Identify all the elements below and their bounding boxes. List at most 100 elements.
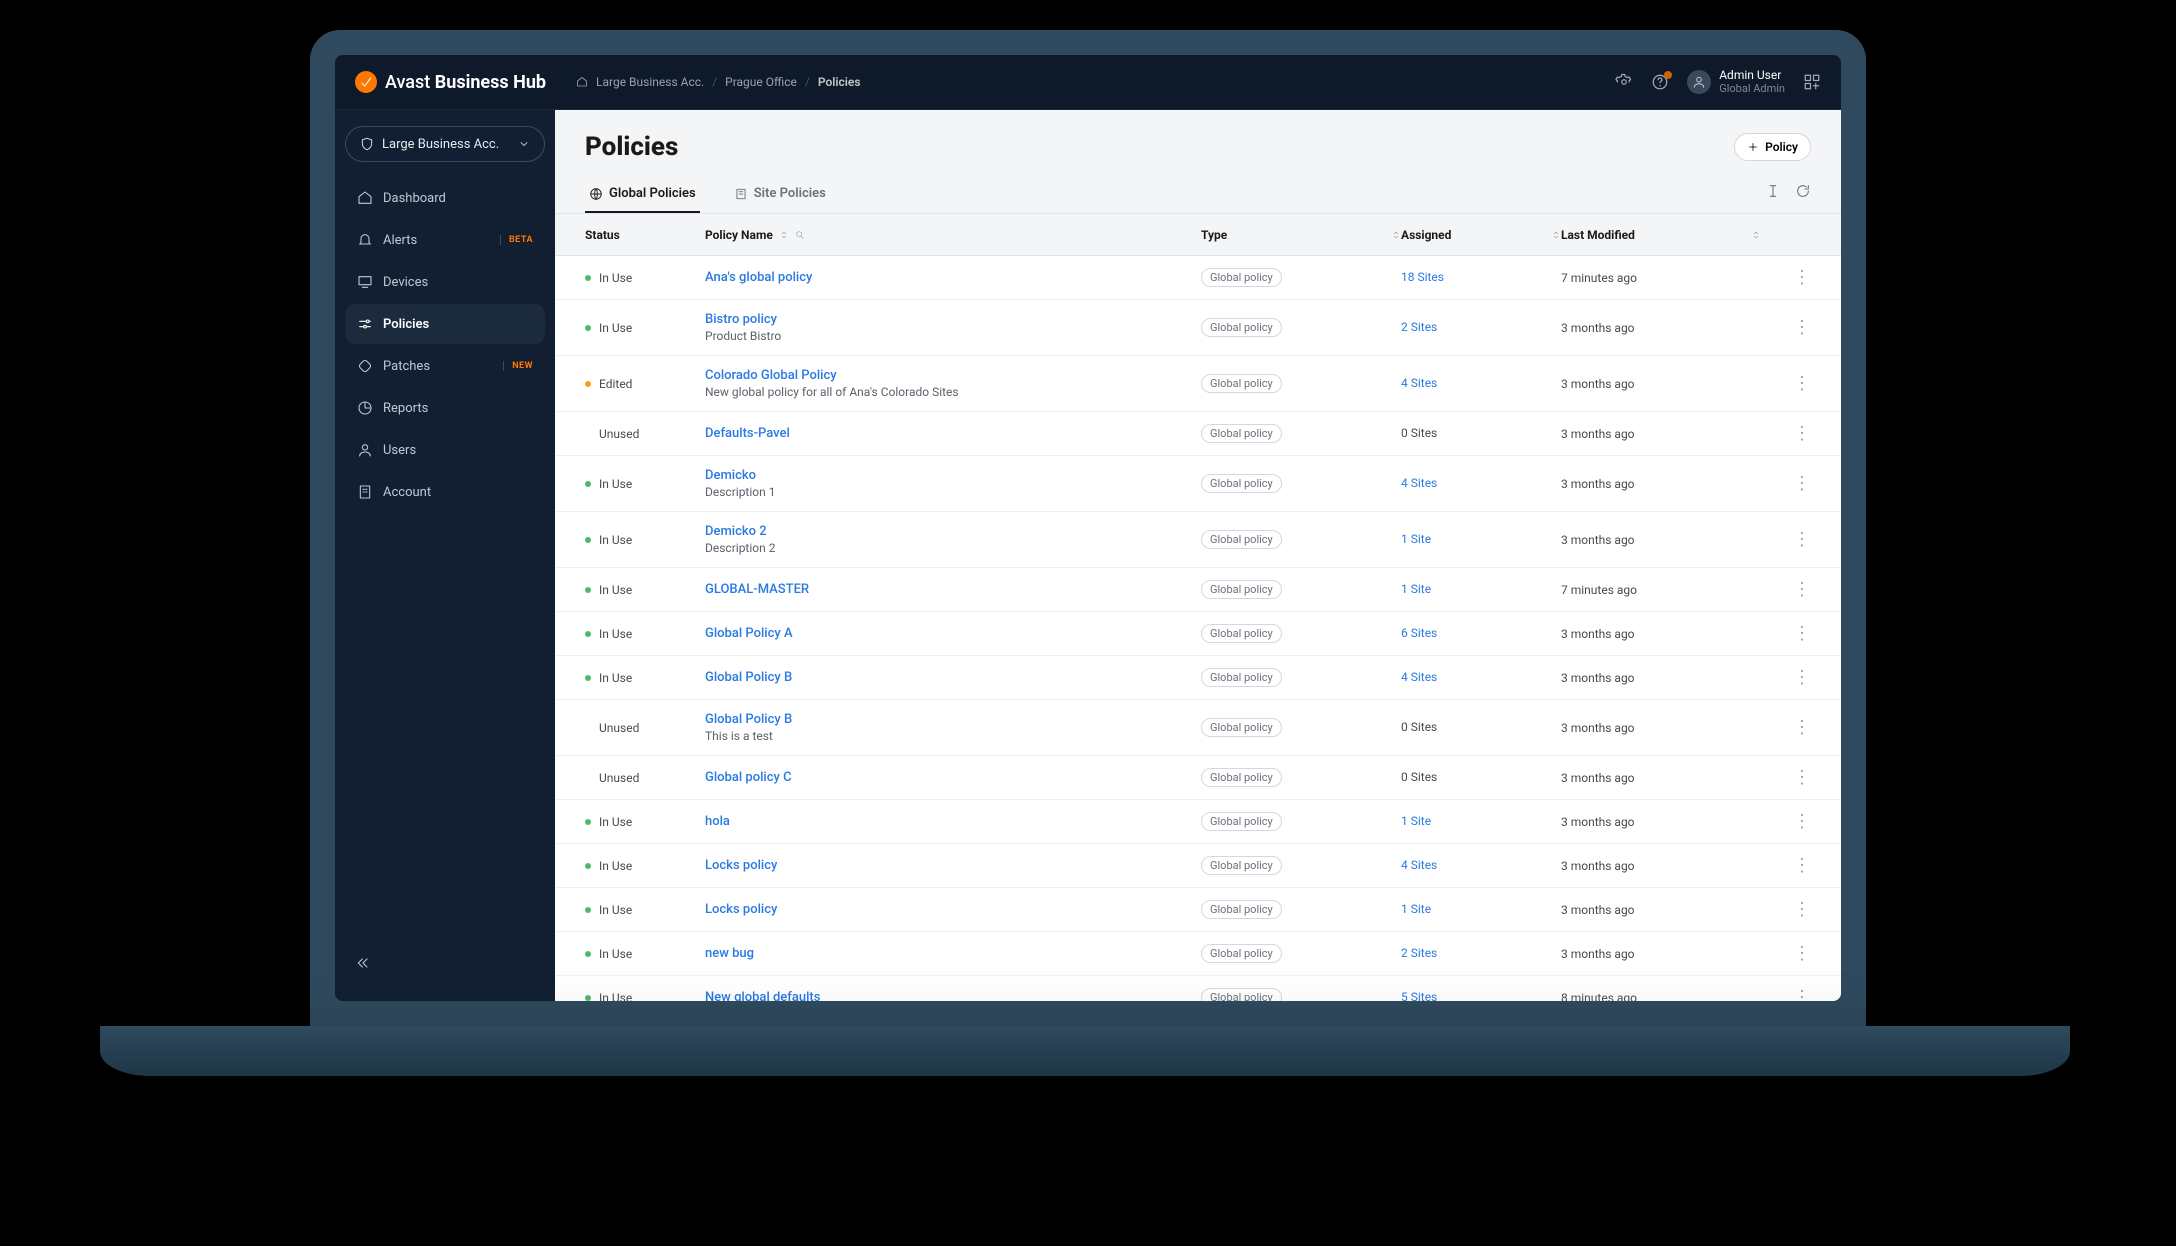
policy-name-link[interactable]: hola <box>705 814 1201 829</box>
status-dot-icon <box>585 537 591 543</box>
bell-icon <box>357 232 373 248</box>
assigned-link[interactable]: 2 Sites <box>1401 946 1437 960</box>
sort-icon[interactable] <box>1551 230 1561 240</box>
tab-site-policies[interactable]: Site Policies <box>730 176 830 213</box>
type-badge: Global policy <box>1201 668 1282 687</box>
sidebar: Large Business Acc. Dashboard Alerts BET… <box>335 110 555 1001</box>
tab-global-policies[interactable]: Global Policies <box>585 176 700 213</box>
assigned-link[interactable]: 5 Sites <box>1401 990 1437 1001</box>
policy-name-link[interactable]: Demicko 2 <box>705 524 1201 539</box>
search-icon[interactable] <box>795 230 805 240</box>
last-modified: 3 months ago <box>1561 903 1761 917</box>
breadcrumb-site[interactable]: Prague Office <box>725 75 797 89</box>
policy-name-link[interactable]: Colorado Global Policy <box>705 368 1201 383</box>
last-modified: 3 months ago <box>1561 859 1761 873</box>
chart-icon <box>357 400 373 416</box>
shield-icon <box>360 137 374 151</box>
policy-description: New global policy for all of Ana's Color… <box>705 385 1201 399</box>
assigned-link[interactable]: 4 Sites <box>1401 858 1437 872</box>
nav-dashboard[interactable]: Dashboard <box>345 178 545 218</box>
nav-alerts[interactable]: Alerts BETA <box>345 220 545 260</box>
laptop-frame: Avast Business Hub Large Business Acc. /… <box>310 30 1866 1026</box>
nav-policies[interactable]: Policies <box>345 304 545 344</box>
sort-icon[interactable] <box>1751 230 1761 240</box>
patch-icon <box>357 358 373 374</box>
text-cursor-icon[interactable] <box>1765 183 1781 199</box>
sort-icon[interactable] <box>1391 230 1401 240</box>
last-modified: 3 months ago <box>1561 671 1761 685</box>
topbar: Avast Business Hub Large Business Acc. /… <box>335 55 1841 110</box>
nav-users[interactable]: Users <box>345 430 545 470</box>
assigned-link[interactable]: 4 Sites <box>1401 476 1437 490</box>
type-badge: Global policy <box>1201 318 1282 337</box>
policy-name-link[interactable]: Locks policy <box>705 858 1201 873</box>
assigned-link[interactable]: 4 Sites <box>1401 376 1437 390</box>
home-icon <box>357 190 373 206</box>
brand[interactable]: Avast Business Hub <box>355 71 546 93</box>
status-dot-icon <box>585 431 591 437</box>
apps-icon[interactable] <box>1803 73 1821 91</box>
breadcrumb-current: Policies <box>818 75 861 89</box>
policy-name-link[interactable]: new bug <box>705 946 1201 961</box>
policy-name-link[interactable]: GLOBAL-MASTER <box>705 582 1201 597</box>
breadcrumb-account[interactable]: Large Business Acc. <box>596 75 704 89</box>
policy-name-link[interactable]: Demicko <box>705 468 1201 483</box>
row-status: In Use <box>585 627 705 641</box>
assigned-link[interactable]: 1 Site <box>1401 582 1431 596</box>
monitor-icon <box>357 274 373 290</box>
assigned-link[interactable]: 2 Sites <box>1401 320 1437 334</box>
account-selector-label: Large Business Acc. <box>382 137 499 152</box>
assigned-link[interactable]: 1 Site <box>1401 532 1431 546</box>
refresh-icon[interactable] <box>1795 183 1811 199</box>
type-badge: Global policy <box>1201 988 1282 1001</box>
notification-dot-icon <box>1664 71 1672 79</box>
policy-name-link[interactable]: Global Policy A <box>705 626 1201 641</box>
sort-icon[interactable] <box>779 230 789 240</box>
policy-name-link[interactable]: Ana's global policy <box>705 270 1201 285</box>
assigned-link[interactable]: 1 Site <box>1401 814 1431 828</box>
nav-patches[interactable]: Patches NEW <box>345 346 545 386</box>
chevrons-left-icon <box>355 955 371 971</box>
assigned-link[interactable]: 4 Sites <box>1401 670 1437 684</box>
user-name: Admin User <box>1719 69 1785 83</box>
assigned-link[interactable]: 18 Sites <box>1401 270 1444 284</box>
table-header: Status Policy Name Type Assigned <box>555 214 1841 256</box>
app-screen: Avast Business Hub Large Business Acc. /… <box>335 55 1841 1001</box>
plus-icon <box>1747 141 1759 153</box>
table-row: In Use new bug Global policy 2 Sites 3 m… <box>555 932 1841 976</box>
nav-reports[interactable]: Reports <box>345 388 545 428</box>
add-policy-button[interactable]: Policy <box>1734 133 1811 161</box>
col-name: Policy Name <box>705 228 1201 242</box>
last-modified: 3 months ago <box>1561 377 1761 391</box>
assigned-link[interactable]: 6 Sites <box>1401 626 1437 640</box>
type-badge: Global policy <box>1201 530 1282 549</box>
assigned-link[interactable]: 1 Site <box>1401 902 1431 916</box>
account-selector[interactable]: Large Business Acc. <box>345 126 545 162</box>
row-status: Unused <box>585 771 705 785</box>
row-status: In Use <box>585 947 705 961</box>
policy-name-link[interactable]: Defaults-Pavel <box>705 426 1201 441</box>
policy-name-link[interactable]: Locks policy <box>705 902 1201 917</box>
user-menu[interactable]: Admin User Global Admin <box>1687 69 1785 95</box>
table-row: In Use New global defaults Global policy… <box>555 976 1841 1001</box>
chevron-down-icon <box>518 138 530 150</box>
last-modified: 3 months ago <box>1561 627 1761 641</box>
policy-name-link[interactable]: New global defaults <box>705 990 1201 1001</box>
policy-description: Description 1 <box>705 485 1201 499</box>
nav-devices[interactable]: Devices <box>345 262 545 302</box>
policy-name-link[interactable]: Global Policy B <box>705 712 1201 727</box>
nav-account[interactable]: Account <box>345 472 545 512</box>
main-content: Policies Policy Global Policies Site Pol… <box>555 110 1841 1001</box>
status-dot-icon <box>585 587 591 593</box>
policy-name-link[interactable]: Global policy C <box>705 770 1201 785</box>
policy-description: This is a test <box>705 729 1201 743</box>
col-status: Status <box>585 228 705 242</box>
last-modified: 3 months ago <box>1561 815 1761 829</box>
settings-icon[interactable] <box>1615 73 1633 91</box>
user-icon <box>357 442 373 458</box>
sidebar-collapse-toggle[interactable] <box>345 945 545 985</box>
last-modified: 8 minutes ago <box>1561 991 1761 1002</box>
policy-name-link[interactable]: Global Policy B <box>705 670 1201 685</box>
help-icon[interactable] <box>1651 73 1669 91</box>
policy-name-link[interactable]: Bistro policy <box>705 312 1201 327</box>
